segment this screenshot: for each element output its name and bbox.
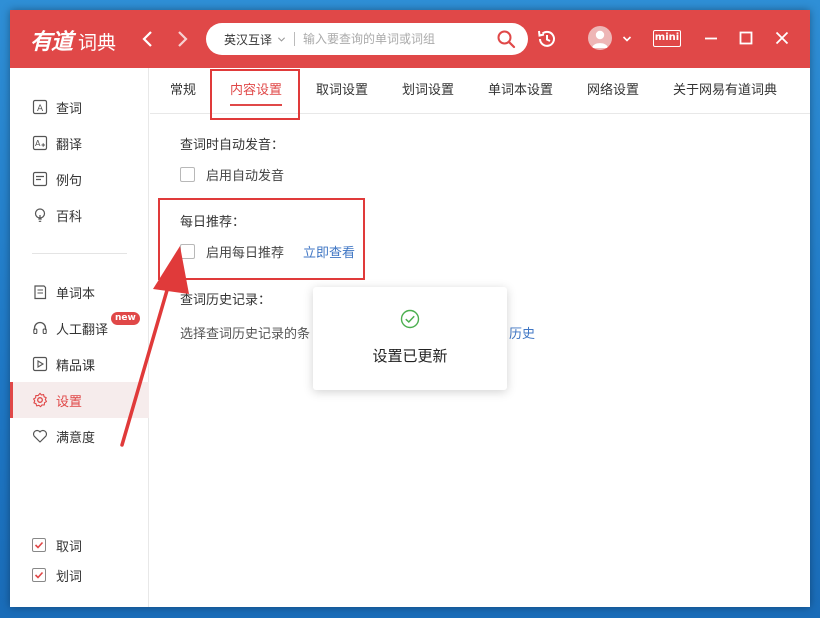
sidebar-item-wordbook[interactable]: 单词本 bbox=[10, 274, 149, 310]
logo-name: 词典 bbox=[78, 32, 117, 54]
view-now-link[interactable]: 立即查看 bbox=[303, 242, 355, 261]
sidebar-item-examples[interactable]: 例句 bbox=[10, 161, 149, 197]
tab-general[interactable]: 常规 bbox=[170, 68, 196, 114]
history-title: 查词历史记录： bbox=[180, 293, 272, 308]
daily-recommend-checkbox[interactable] bbox=[180, 244, 195, 259]
auto-pronounce-label: 启用自动发音 bbox=[206, 169, 285, 184]
toggle-select-word[interactable]: 划词 bbox=[10, 557, 149, 593]
translate-icon: A bbox=[32, 135, 48, 151]
sidebar-item-label: 查词 bbox=[56, 101, 83, 117]
check-icon bbox=[34, 541, 44, 549]
sidebar-item-human-translate[interactable]: 人工翻译 new bbox=[10, 310, 149, 346]
mini-mode-button[interactable]: mini bbox=[653, 30, 681, 47]
svg-text:A: A bbox=[35, 139, 41, 148]
capture-word-checkbox[interactable] bbox=[32, 538, 46, 552]
sidebar-item-label: 满意度 bbox=[56, 430, 96, 446]
tab-capture-settings[interactable]: 取词设置 bbox=[316, 68, 368, 114]
check-icon bbox=[34, 571, 44, 579]
sidebar-item-encyclopedia[interactable]: 百科 bbox=[10, 197, 149, 233]
sidebar-divider bbox=[32, 253, 127, 254]
tab-select-settings[interactable]: 划词设置 bbox=[402, 68, 454, 114]
title-bar: 有道 词典 英汉互译 mini bbox=[10, 10, 810, 68]
search-icon[interactable] bbox=[496, 29, 516, 49]
tab-wordbook-settings[interactable]: 单词本设置 bbox=[488, 68, 553, 114]
sidebar-item-label: 设置 bbox=[56, 394, 83, 410]
headset-icon bbox=[32, 320, 48, 336]
settings-tabs: 常规 内容设置 取词设置 划词设置 单词本设置 网络设置 关于网易有道词典 bbox=[150, 68, 810, 114]
sidebar-item-lookup[interactable]: A 查词 bbox=[10, 89, 149, 125]
course-icon bbox=[32, 356, 48, 372]
history-icon[interactable] bbox=[536, 28, 558, 50]
search-input[interactable] bbox=[303, 32, 483, 46]
search-separator bbox=[294, 32, 295, 46]
search-dict-icon: A bbox=[32, 99, 48, 115]
example-icon bbox=[32, 171, 48, 187]
sidebar-item-label: 翻译 bbox=[56, 137, 83, 153]
translate-mode-label: 英汉互译 bbox=[224, 32, 273, 47]
minimize-icon[interactable] bbox=[703, 30, 719, 46]
daily-recommend-row: 启用每日推荐 立即查看 bbox=[180, 242, 355, 261]
tab-about[interactable]: 关于网易有道词典 bbox=[673, 68, 777, 114]
bulb-icon bbox=[32, 207, 48, 223]
toast-message: 设置已更新 bbox=[372, 347, 448, 365]
sidebar-item-satisfaction[interactable]: 满意度 bbox=[10, 418, 149, 454]
chevron-left-icon bbox=[142, 31, 152, 47]
sidebar: A 查词 A 翻译 例句 百科 单词本 人工翻译 new 精品课 设置 满意度 … bbox=[10, 68, 149, 607]
search-bar: 英汉互译 bbox=[206, 23, 528, 55]
sidebar-item-translate[interactable]: A 翻译 bbox=[10, 125, 149, 161]
auto-pronounce-title: 查词时自动发音： bbox=[180, 138, 285, 153]
user-icon bbox=[592, 30, 608, 48]
settings-updated-toast: 设置已更新 bbox=[313, 287, 507, 390]
forward-button[interactable] bbox=[172, 27, 192, 51]
tab-content-settings[interactable]: 内容设置 bbox=[230, 68, 283, 114]
app-logo: 有道 词典 bbox=[30, 24, 116, 56]
history-description: 选择查词历史记录的条 bbox=[180, 327, 311, 342]
auto-pronounce-row: 启用自动发音 bbox=[180, 165, 284, 184]
user-menu-chevron-icon[interactable] bbox=[622, 34, 632, 44]
wordbook-icon bbox=[32, 284, 48, 300]
toggle-label: 取词 bbox=[56, 539, 83, 555]
sidebar-item-label: 精品课 bbox=[56, 358, 96, 374]
daily-recommend-label: 启用每日推荐 bbox=[206, 246, 285, 261]
heart-icon bbox=[32, 428, 48, 444]
sidebar-item-settings[interactable]: 设置 bbox=[10, 382, 149, 418]
clear-history-link[interactable]: 历史 bbox=[509, 323, 535, 342]
toggle-label: 划词 bbox=[56, 569, 83, 585]
sidebar-item-label: 百科 bbox=[56, 209, 83, 225]
maximize-icon[interactable] bbox=[738, 30, 754, 46]
translate-mode-select[interactable]: 英汉互译 bbox=[206, 31, 294, 48]
sidebar-item-label: 单词本 bbox=[56, 286, 96, 302]
auto-pronounce-checkbox[interactable] bbox=[180, 167, 195, 182]
close-icon[interactable] bbox=[774, 30, 790, 46]
success-check-icon bbox=[400, 309, 420, 329]
sidebar-item-label: 例句 bbox=[56, 173, 83, 189]
logo-mark: 有道 bbox=[30, 29, 73, 55]
select-word-checkbox[interactable] bbox=[32, 568, 46, 582]
sidebar-item-label: 人工翻译 bbox=[56, 322, 109, 338]
sidebar-item-courses[interactable]: 精品课 bbox=[10, 346, 149, 382]
tab-network-settings[interactable]: 网络设置 bbox=[587, 68, 639, 114]
new-badge: new bbox=[111, 312, 140, 325]
chevron-right-icon bbox=[178, 31, 188, 47]
back-button[interactable] bbox=[138, 27, 158, 51]
svg-text:A: A bbox=[37, 104, 44, 114]
user-avatar[interactable] bbox=[588, 26, 612, 50]
daily-recommend-title: 每日推荐： bbox=[180, 215, 246, 230]
app-window: 有道 词典 英汉互译 mini bbox=[10, 10, 810, 607]
chevron-down-icon bbox=[277, 36, 286, 42]
gear-icon bbox=[32, 392, 48, 408]
